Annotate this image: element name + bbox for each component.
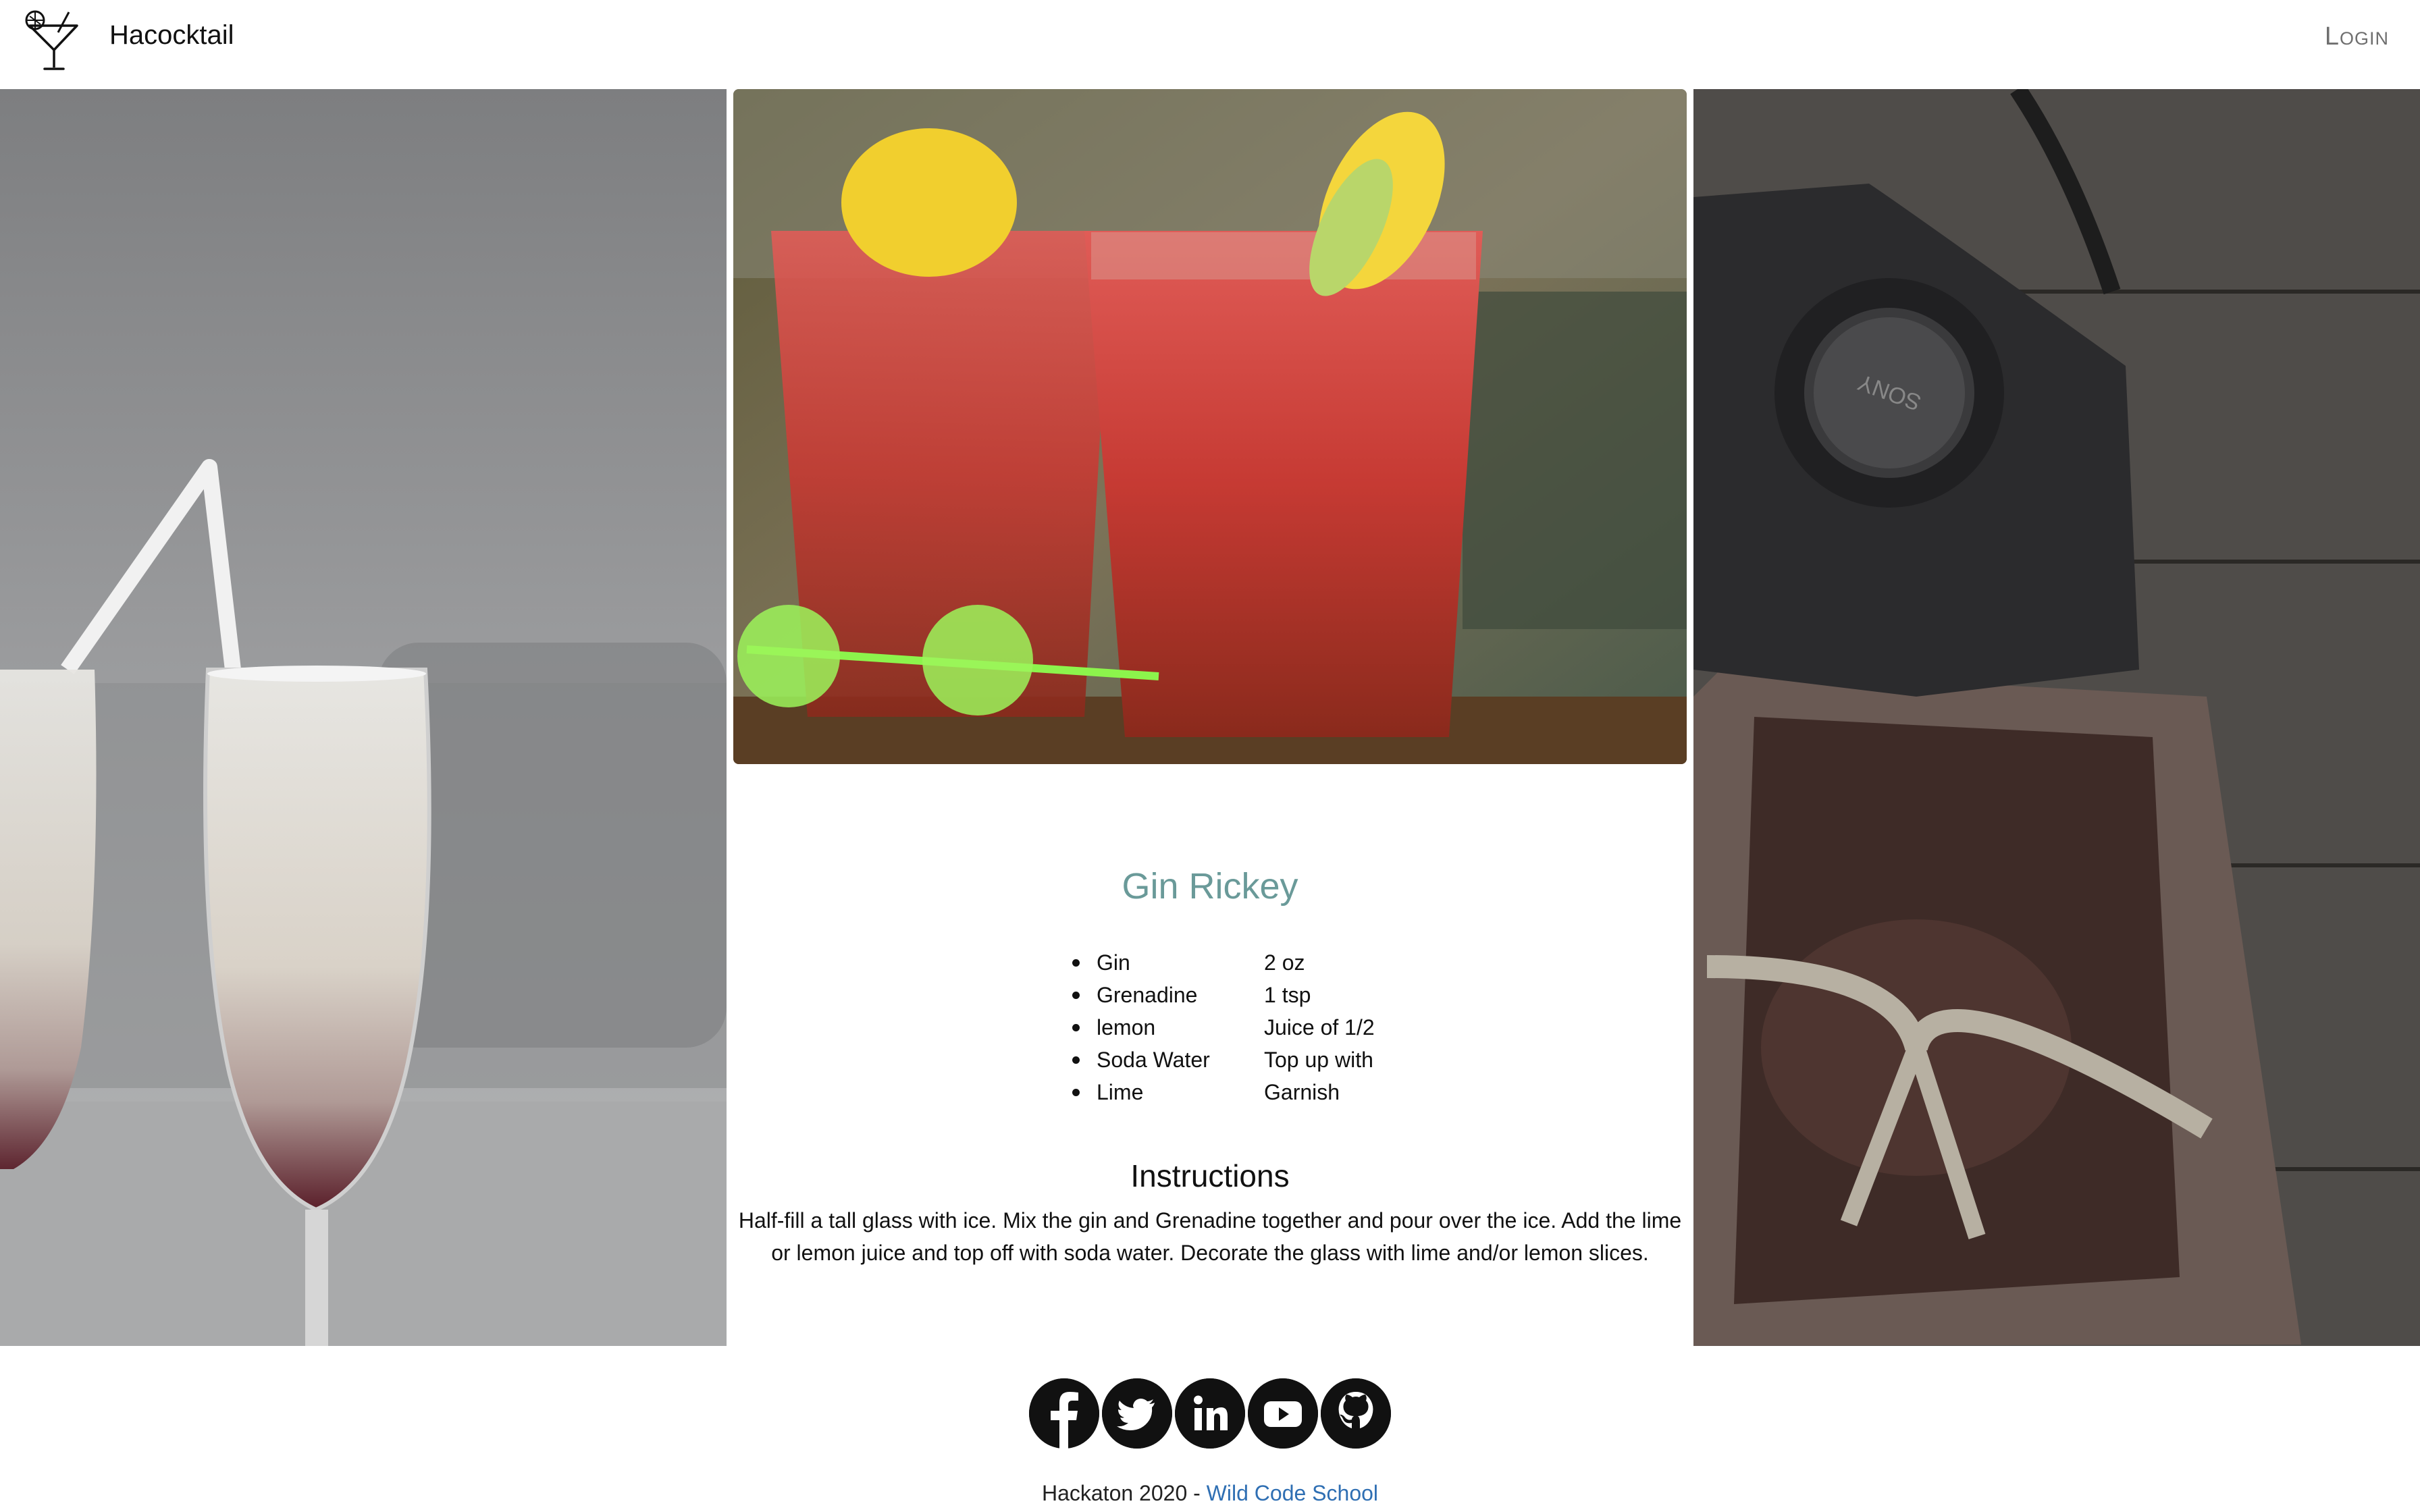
github-icon[interactable] (1321, 1378, 1391, 1449)
drink-title: Gin Rickey (1122, 866, 1298, 907)
instructions-text: Half-fill a tall glass with ice. Mix the… (738, 1208, 1682, 1265)
camera-notebook-photo: SONY (1693, 89, 2420, 1346)
ingredient-name: lemon (1097, 1015, 1156, 1040)
ingredient-name: Soda Water (1097, 1048, 1210, 1072)
twitter-icon[interactable] (1102, 1378, 1172, 1449)
ingredient-measure: Top up with (1264, 1048, 1373, 1072)
ingredient-measure: 2 oz (1264, 950, 1305, 975)
youtube-icon[interactable] (1248, 1378, 1318, 1449)
ingredient-item: Grenadine 1 tsp (1072, 979, 1569, 1011)
brand-name[interactable]: Hacocktail (109, 18, 234, 53)
wild-code-school-link[interactable]: Wild Code School (1207, 1481, 1378, 1505)
ingredient-name: Lime (1097, 1080, 1144, 1104)
footer: Hackaton 2020 - Wild Code School (0, 1346, 2420, 1512)
ingredient-name: Gin (1097, 950, 1130, 975)
cocktail-card: Gin Rickey Gin 2 oz Grenadine 1 tsp lemo… (727, 89, 1693, 1346)
cocktail-logo-icon[interactable] (20, 5, 84, 73)
ingredient-measure: 1 tsp (1264, 983, 1311, 1007)
ingredient-item: Lime Garnish (1072, 1076, 1569, 1108)
credit-text: Hackaton 2020 - (1041, 1481, 1207, 1505)
facebook-icon[interactable] (1029, 1378, 1099, 1449)
footer-credit: Hackaton 2020 - Wild Code School (0, 1480, 2420, 1507)
linkedin-icon[interactable] (1175, 1378, 1245, 1449)
navbar: Hacocktail Login (0, 0, 2420, 89)
ingredient-item: lemon Juice of 1/2 (1072, 1011, 1569, 1044)
login-link[interactable]: Login (2325, 20, 2389, 53)
ingredient-measure: Garnish (1264, 1080, 1340, 1104)
ingredient-name: Grenadine (1097, 983, 1198, 1007)
ingredient-list: Gin 2 oz Grenadine 1 tsp lemon Juice of … (1072, 946, 1569, 1108)
ingredient-item: Soda Water Top up with (1072, 1044, 1569, 1076)
ingredient-measure: Juice of 1/2 (1264, 1015, 1375, 1040)
social-links (1029, 1378, 1391, 1449)
ingredient-item: Gin 2 oz (1072, 946, 1569, 979)
gin-rickey-photo (733, 89, 1687, 764)
instructions-heading: Instructions (1130, 1158, 1290, 1193)
champagne-flutes-photo (0, 89, 727, 1346)
